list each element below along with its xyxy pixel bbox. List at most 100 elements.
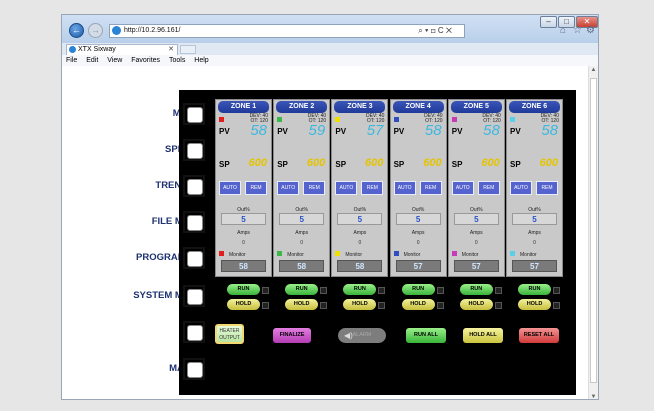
pv-value: 58 (250, 122, 267, 139)
run-all-button[interactable]: RUN ALL (406, 328, 446, 343)
amps-label: Amps (469, 230, 483, 236)
address-tools[interactable]: ⌕ ▾ ⊡ C ✕ (418, 24, 452, 38)
zone-run-button[interactable]: RUN (401, 284, 435, 295)
nav-trend-chart-button[interactable] (183, 175, 205, 197)
back-button[interactable]: ← (69, 23, 84, 38)
zone-header[interactable]: ZONE 6 (509, 101, 560, 113)
page-content: MAIN VIEW SPP SELECT TREND CHART FILE MA… (62, 66, 590, 399)
amps-value: 0 (300, 240, 304, 246)
out-value: 5 (395, 213, 441, 225)
zone-hold-button[interactable]: HOLD (227, 299, 260, 310)
new-tab-button[interactable] (180, 45, 196, 54)
zone-color-indicator (393, 117, 399, 122)
ie-icon (112, 26, 121, 35)
reset-all-button[interactable]: RESET ALL (519, 328, 559, 343)
rem-button[interactable]: REM (419, 181, 442, 195)
auto-button[interactable]: AUTO (510, 181, 532, 195)
menu-edit[interactable]: Edit (86, 57, 98, 64)
auto-button[interactable]: AUTO (451, 181, 474, 195)
alarm-button[interactable]: ◀) ALARM (338, 328, 386, 343)
amps-value: 0 (416, 240, 420, 246)
auto-button[interactable]: AUTO (393, 181, 416, 195)
address-bar[interactable]: http://10.2.96.161/ (109, 24, 465, 38)
zone-run-button[interactable]: RUN (227, 284, 260, 295)
menu-view[interactable]: View (107, 57, 122, 64)
sp-value: 600 (481, 157, 500, 169)
amps-value: 0 (358, 240, 362, 246)
zone-run-button[interactable]: RUN (459, 284, 493, 295)
rem-button[interactable]: REM (361, 181, 384, 195)
amps-label: Amps (411, 230, 425, 236)
zone-header[interactable]: ZONE 3 (334, 101, 386, 113)
rem-button[interactable]: REM (303, 181, 326, 195)
minimize-button[interactable]: – (540, 16, 557, 28)
auto-button[interactable]: AUTO (335, 181, 358, 195)
run-status-indicator (553, 287, 560, 294)
tab-title: XTX Sixway (78, 46, 116, 53)
menu-file[interactable]: File (66, 57, 77, 64)
monitor-color-indicator (219, 251, 224, 256)
tab-close-icon[interactable]: ✕ (168, 45, 174, 55)
zone-color-indicator (451, 117, 457, 122)
zone-header[interactable]: ZONE 2 (276, 101, 328, 113)
home-icon[interactable]: ⌂ (560, 24, 566, 38)
nav-program-editor-button[interactable] (183, 247, 205, 269)
scroll-down-icon[interactable]: ▼ (589, 394, 598, 399)
run-status-indicator (262, 287, 269, 294)
zone-panel: ZONE 1 DEV: 40 OT: 120 PV 58 SP 600 Out% 5 Amps 0 M… (215, 99, 272, 277)
amps-value: 0 (242, 240, 245, 246)
sp-label: SP (219, 160, 230, 169)
rem-button[interactable]: REM (477, 181, 500, 195)
zone-run-button[interactable]: RUN (343, 284, 377, 295)
out-value: 5 (279, 213, 325, 225)
nav-help-button[interactable] (183, 321, 205, 343)
run-status-indicator (494, 287, 502, 294)
amps-value: 0 (474, 240, 478, 246)
amps-label: Amps (353, 230, 367, 236)
auto-button[interactable]: AUTO (277, 181, 300, 195)
scrollbar-thumb[interactable] (590, 78, 597, 383)
zone-hold-button[interactable]: HOLD (459, 299, 493, 310)
run-status-indicator (320, 287, 328, 294)
menu-favorites[interactable]: Favorites (131, 57, 160, 64)
zone-hold-button[interactable]: HOLD (518, 299, 551, 310)
nav-spp-select-button[interactable] (183, 139, 205, 161)
zone-hold-button[interactable]: HOLD (343, 299, 377, 310)
monitor-color-indicator (510, 251, 515, 256)
favorites-star-icon[interactable]: ☆ (573, 24, 582, 38)
pv-value: 58 (424, 122, 442, 139)
menu-tools[interactable]: Tools (169, 57, 185, 64)
nav-main-view-button[interactable] (183, 103, 205, 125)
forward-button[interactable]: → (88, 23, 103, 38)
finalize-button[interactable]: FINALIZE (273, 328, 311, 343)
heater-output-button[interactable]: HEATER OUTPUT (215, 324, 244, 344)
vertical-scrollbar[interactable]: ▲ ▼ (588, 66, 598, 399)
sp-value: 600 (248, 157, 267, 169)
nav-main-menu-button[interactable] (183, 358, 205, 380)
zone-header[interactable]: ZONE 4 (392, 101, 444, 113)
browser-titlebar: – □ ✕ ← → http://10.2.96.161/ ⌕ ▾ ⊡ C ✕ … (62, 15, 598, 43)
scroll-up-icon[interactable]: ▲ (589, 67, 598, 73)
rem-button[interactable]: REM (536, 181, 558, 195)
run-status-indicator (436, 287, 444, 294)
menu-help[interactable]: Help (194, 57, 208, 64)
auto-button[interactable]: AUTO (219, 181, 241, 195)
zone-run-button[interactable]: RUN (518, 284, 551, 295)
zone-hold-button[interactable]: HOLD (285, 299, 319, 310)
zone-panel: ZONE 6 DEV: 40 OT: 120 PV 58 SP 600 Out% 5 Amps 0 M… (506, 99, 563, 277)
zone-color-indicator (335, 117, 341, 122)
speaker-icon: ◀) (344, 331, 353, 340)
monitor-label: Monitor (461, 252, 479, 258)
nav-system-manager-button[interactable] (183, 285, 205, 307)
zone-header[interactable]: ZONE 1 (218, 101, 269, 113)
nav-file-manager-button[interactable] (183, 211, 205, 233)
zone-panel: ZONE 4 DEV: 40 OT: 120 PV 58 SP 600 Out% 5 Amps 0 M… (389, 99, 447, 277)
rem-button[interactable]: REM (245, 181, 267, 195)
tab-xtx-sixway[interactable]: XTX Sixway ✕ (66, 44, 178, 55)
zone-header[interactable]: ZONE 5 (450, 101, 502, 113)
zone-hold-button[interactable]: HOLD (401, 299, 435, 310)
hold-all-button[interactable]: HOLD ALL (463, 328, 503, 343)
gear-icon[interactable]: ⚙ (586, 24, 595, 38)
monitor-label: Monitor (520, 252, 537, 258)
zone-run-button[interactable]: RUN (285, 284, 319, 295)
